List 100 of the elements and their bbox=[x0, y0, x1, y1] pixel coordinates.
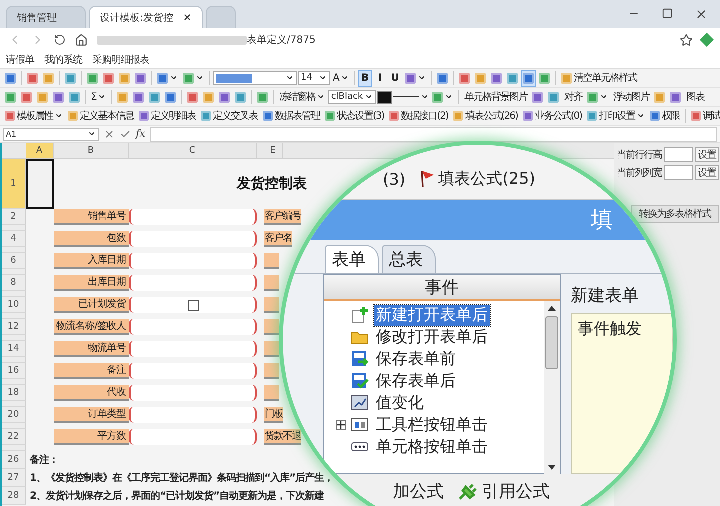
input-field[interactable] bbox=[129, 253, 257, 269]
toolbar-button[interactable]: 业务公式(0) bbox=[520, 108, 584, 124]
close-icon[interactable] bbox=[183, 13, 192, 22]
cancel-icon[interactable] bbox=[104, 128, 115, 140]
floppy-check-icon bbox=[351, 372, 369, 390]
browser-tab[interactable]: 设计模板:发货控 bbox=[89, 6, 204, 28]
dropdown-field[interactable]: clBlack bbox=[328, 90, 376, 104]
tile-icon bbox=[506, 72, 518, 84]
bookmark-link[interactable]: 采购明细报表 bbox=[92, 53, 150, 67]
toolbar-button[interactable]: 定义明细表 bbox=[137, 108, 198, 124]
line-style-select[interactable] bbox=[393, 93, 430, 101]
tile-icon bbox=[5, 92, 16, 102]
function-label[interactable]: fx bbox=[136, 128, 146, 140]
column-header[interactable]: A bbox=[26, 143, 54, 158]
formula-field[interactable] bbox=[150, 126, 717, 142]
bookmark-link[interactable]: 请假单 bbox=[6, 53, 34, 67]
row-number: 27 bbox=[2, 469, 26, 487]
tile-icon bbox=[654, 92, 666, 102]
menu-button[interactable]: 冻结窗格 bbox=[277, 88, 328, 106]
toolbar-button[interactable]: 浮动图片 bbox=[611, 88, 652, 106]
toolbar-button[interactable]: 填表公式(26) bbox=[451, 108, 520, 124]
toolbar-button[interactable]: 定义交叉表 bbox=[199, 108, 260, 124]
event-item[interactable]: 工具栏按钮单击 bbox=[374, 414, 490, 436]
toolbar-button[interactable]: 清空单元格样式 bbox=[558, 70, 639, 86]
selected-cell[interactable] bbox=[26, 159, 54, 209]
input-field[interactable] bbox=[129, 341, 257, 357]
input-field[interactable] bbox=[664, 165, 693, 180]
set-button[interactable]: 设置 bbox=[695, 147, 719, 162]
reference-formula-button[interactable]: 引用公式 bbox=[458, 480, 550, 503]
caret-icon bbox=[637, 112, 646, 120]
toolbar-button[interactable]: 权限 bbox=[648, 108, 682, 124]
add-formula-button[interactable]: 加公式 bbox=[393, 480, 444, 503]
menu-button[interactable]: A bbox=[331, 70, 351, 86]
caret-icon bbox=[445, 93, 454, 101]
field-label: 出库日期 bbox=[54, 275, 129, 291]
font-select[interactable] bbox=[213, 71, 297, 85]
page-plus-icon bbox=[351, 306, 369, 324]
input-field[interactable] bbox=[129, 407, 257, 423]
refresh-icon[interactable] bbox=[54, 34, 66, 46]
toolbar-button[interactable]: 状态设置(3) bbox=[323, 108, 386, 124]
home-icon[interactable] bbox=[75, 34, 88, 46]
scrollbar[interactable] bbox=[544, 301, 560, 475]
address-text[interactable]: 表单定义/7875 bbox=[247, 33, 316, 47]
menu-button[interactable]: 模板属性 bbox=[3, 108, 65, 124]
toolbar-button[interactable]: 图表 bbox=[684, 88, 706, 106]
row-number: 12 bbox=[2, 319, 26, 335]
tab[interactable]: 表单 bbox=[325, 245, 379, 273]
input-field[interactable] bbox=[129, 231, 257, 247]
input-field[interactable] bbox=[129, 275, 257, 291]
event-item[interactable]: 值变化 bbox=[374, 392, 426, 414]
dropdown-field[interactable]: 14 bbox=[298, 71, 330, 85]
row-number: 10 bbox=[2, 297, 26, 313]
expand-toggle[interactable] bbox=[336, 420, 346, 430]
input-field[interactable] bbox=[129, 209, 257, 225]
event-item[interactable]: 保存表单前 bbox=[374, 348, 458, 370]
menu-button[interactable]: 打印设置 bbox=[585, 108, 648, 124]
set-button[interactable]: 设置 bbox=[695, 165, 719, 180]
color-swatch[interactable] bbox=[377, 90, 392, 104]
format-toggle[interactable]: B bbox=[358, 70, 372, 86]
input-field[interactable] bbox=[129, 297, 257, 313]
convert-button[interactable]: 转换为多表格样式 bbox=[631, 205, 719, 223]
event-item[interactable]: 修改打开表单后 bbox=[374, 326, 490, 348]
tab[interactable]: 总表 bbox=[382, 245, 436, 273]
format-toggle[interactable]: U bbox=[388, 70, 402, 86]
menu-button[interactable]: Σ bbox=[89, 88, 108, 106]
browser-tab[interactable]: 销售管理 bbox=[6, 6, 86, 28]
check-icon[interactable] bbox=[120, 128, 131, 140]
event-item[interactable]: 新建打开表单后 bbox=[374, 304, 490, 326]
toolbar-button[interactable]: 对齐 bbox=[562, 88, 584, 106]
field-label: 客户名 bbox=[264, 231, 292, 247]
caret-icon bbox=[319, 74, 327, 82]
input-field[interactable] bbox=[129, 429, 257, 445]
row-number: 28 bbox=[2, 487, 26, 505]
toolbar-button[interactable]: 单元格背景图片 bbox=[462, 88, 530, 106]
tile-icon bbox=[548, 92, 560, 102]
toolbar-icon bbox=[351, 416, 369, 434]
close-icon[interactable] bbox=[695, 8, 708, 20]
toolbar-button[interactable]: 定义基本信息 bbox=[66, 108, 136, 124]
input-field[interactable] bbox=[664, 147, 693, 162]
toolbar-button[interactable]: 数据表管理 bbox=[261, 108, 322, 124]
input-field[interactable] bbox=[129, 385, 257, 401]
flag-icon bbox=[420, 170, 436, 188]
toolbar-button[interactable]: 数据接口(2) bbox=[387, 108, 450, 124]
row-number: 26 bbox=[2, 451, 26, 469]
toolbar-button[interactable] bbox=[520, 70, 536, 86]
label-cell bbox=[264, 319, 279, 335]
input-field[interactable] bbox=[129, 319, 257, 335]
event-item[interactable]: 单元格按钮单击 bbox=[374, 436, 490, 458]
bookmark-link[interactable]: 我的系统 bbox=[44, 53, 82, 67]
star-icon[interactable] bbox=[680, 34, 693, 46]
maximize-icon[interactable] bbox=[662, 8, 673, 18]
checkbox[interactable] bbox=[188, 300, 198, 310]
tile-icon bbox=[203, 92, 214, 102]
row-number: 16 bbox=[2, 363, 26, 379]
cell-name-field[interactable]: A1 bbox=[3, 128, 99, 140]
event-item[interactable]: 保存表单后 bbox=[374, 370, 458, 392]
format-toggle[interactable]: I bbox=[372, 70, 387, 86]
toolbar-button[interactable]: 填表公式(25) bbox=[420, 168, 536, 190]
note-text: 1、《发货控制表》在《工序完工登记界面》条码扫描到“入库”后产生， bbox=[30, 471, 334, 486]
input-field[interactable] bbox=[129, 363, 257, 379]
